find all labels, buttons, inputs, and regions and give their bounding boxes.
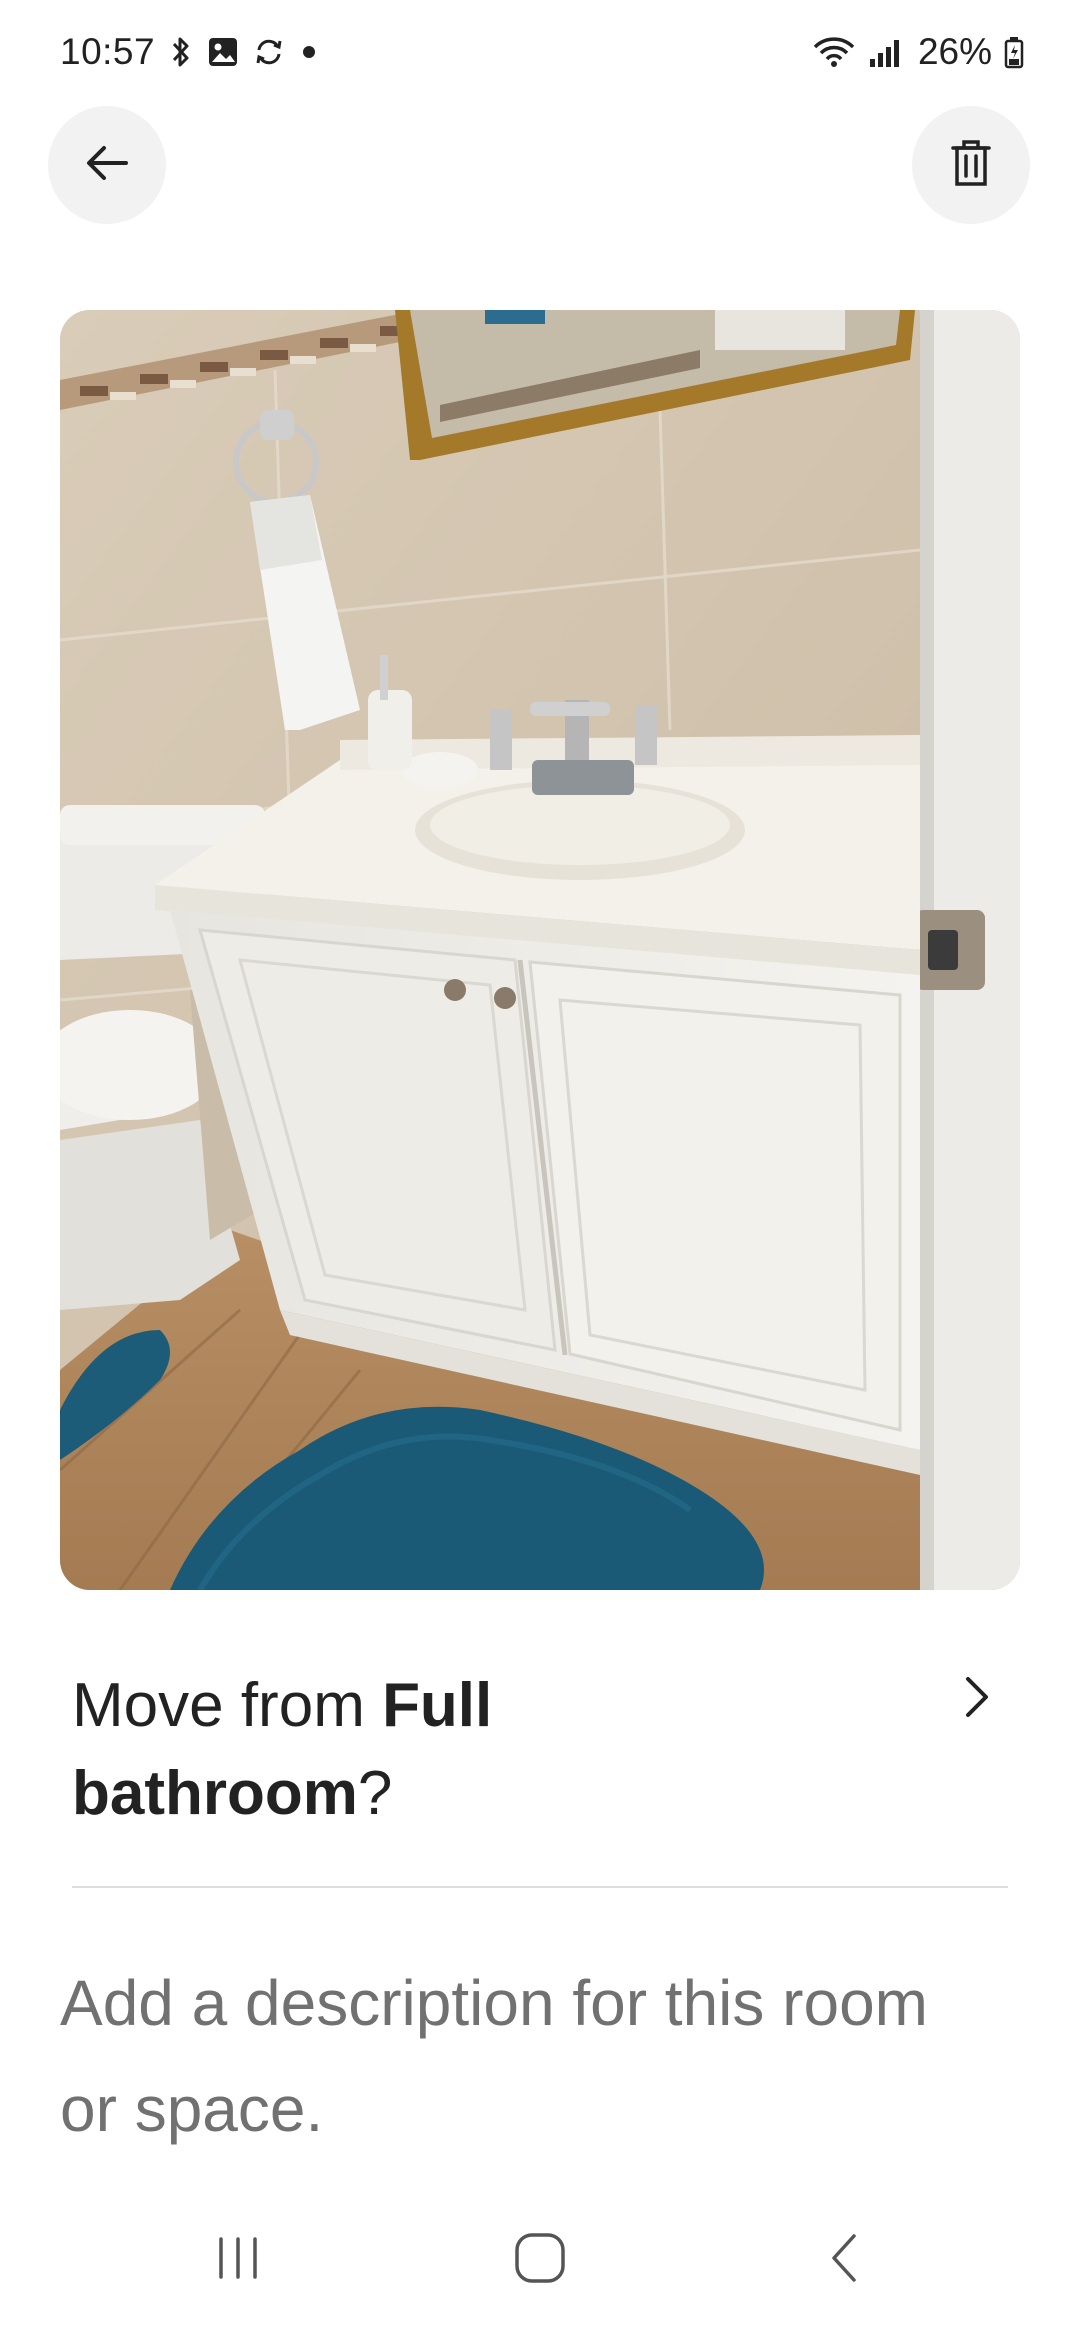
battery-icon <box>1004 35 1024 69</box>
move-prefix: Move from <box>72 1671 383 1740</box>
status-left: 10:57 <box>60 22 319 82</box>
signal-icon <box>868 35 906 69</box>
back-button[interactable] <box>48 106 166 224</box>
trash-icon <box>951 139 991 192</box>
dot-icon <box>299 42 319 62</box>
bluetooth-icon <box>169 35 193 69</box>
arrow-left-icon <box>84 143 130 188</box>
battery-percentage: 26% <box>917 31 992 72</box>
delete-button[interactable] <box>912 106 1030 224</box>
move-room-row[interactable]: Move from Full bathroom? <box>72 1662 1012 1842</box>
nav-back-button[interactable] <box>784 2210 904 2310</box>
move-room-text: Move from Full bathroom? <box>72 1662 772 1838</box>
status-time: 10:57 <box>60 31 156 72</box>
wifi-icon <box>812 35 856 69</box>
chevron-right-icon[interactable] <box>942 1662 1012 1732</box>
description-input[interactable] <box>60 1950 1000 2162</box>
system-nav-bar <box>0 2190 1080 2340</box>
status-right: 26% <box>812 22 1024 82</box>
recent-apps-icon <box>213 2233 263 2288</box>
recent-apps-button[interactable] <box>178 2210 298 2310</box>
gallery-icon <box>207 36 239 68</box>
status-bar: 10:57 26% <box>0 0 1080 104</box>
home-button[interactable] <box>480 2210 600 2310</box>
room-photo[interactable] <box>60 310 1020 1590</box>
back-icon <box>824 2230 864 2291</box>
bathroom-photo-illustration <box>60 310 1020 1590</box>
home-icon <box>512 2230 568 2291</box>
sync-icon <box>253 36 285 68</box>
divider <box>72 1886 1008 1888</box>
move-suffix: ? <box>357 1759 393 1828</box>
